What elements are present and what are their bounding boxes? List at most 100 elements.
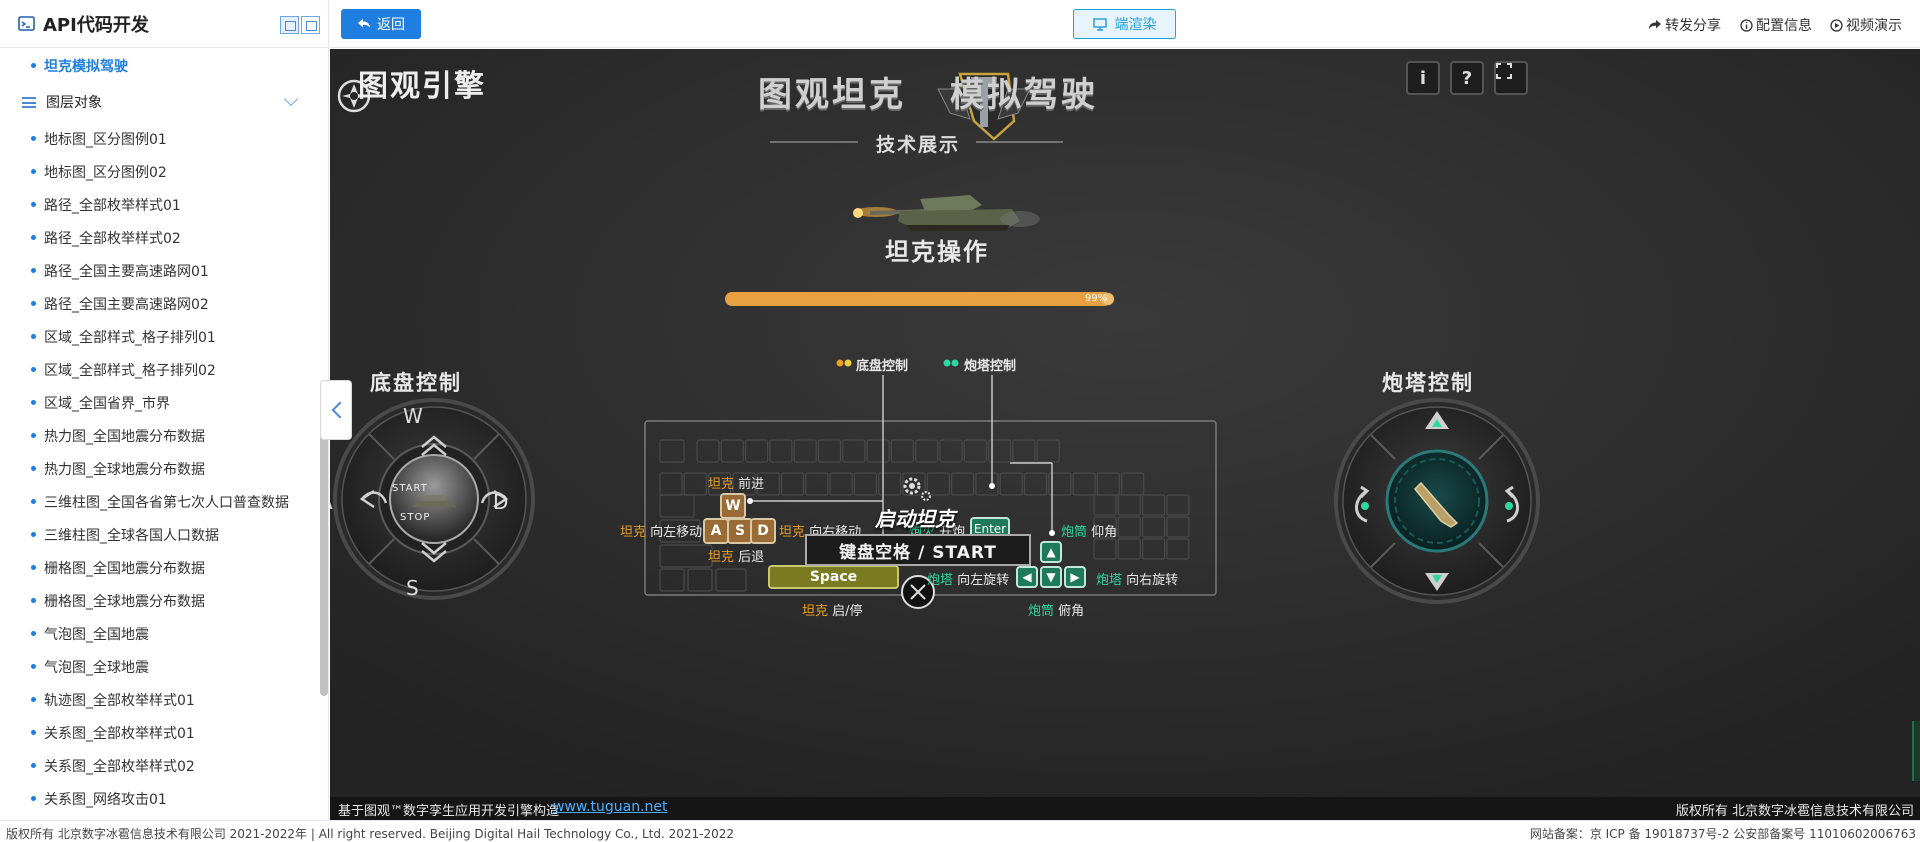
sidebar-item[interactable]: 区域_全国省界_市界 <box>0 386 320 419</box>
sidebar-title: API代码开发 <box>43 14 149 36</box>
code-window-icon <box>18 15 35 31</box>
progress-label: 99% <box>1085 293 1108 304</box>
bullet-icon <box>31 301 36 306</box>
bullet-icon <box>31 598 36 603</box>
collapse-sidebar-button[interactable] <box>320 380 352 440</box>
label-backward: 坦克 后退 <box>708 550 765 565</box>
label-start-stop: 坦克 启/停 <box>802 604 863 619</box>
sidebar-item[interactable]: 栅格图_全球地震分布数据 <box>0 584 320 617</box>
sidebar-item[interactable]: 三维柱图_全球各国人口数据 <box>0 518 320 551</box>
sidebar-item[interactable]: 关系图_全部枚举样式01 <box>0 716 320 749</box>
subtitle: 技术展示 <box>876 134 961 156</box>
legend-turret: 炮塔控制 <box>964 359 1017 374</box>
section-title: 坦克操作 <box>885 238 989 266</box>
start-label[interactable]: START <box>392 483 428 494</box>
key-arrow-left[interactable]: ◀ <box>1016 566 1038 588</box>
chassis-control-title: 底盘控制 <box>370 371 462 395</box>
sidebar-item[interactable]: 区域_全部样式_格子排列02 <box>0 353 320 386</box>
bullet-icon <box>31 433 36 438</box>
sidebar-item[interactable]: 热力图_全国地震分布数据 <box>0 419 320 452</box>
sidebar-item[interactable]: 路径_全国主要高速路网01 <box>0 254 320 287</box>
dpad-d[interactable]: D <box>493 490 508 514</box>
fullscreen-icon <box>1496 63 1512 79</box>
dpad-a[interactable]: A <box>330 490 333 514</box>
bullet-icon <box>31 367 36 372</box>
fullscreen-button[interactable] <box>1494 61 1528 95</box>
edge-widget[interactable] <box>1912 721 1920 781</box>
sidebar-item[interactable]: 热力图_全球地震分布数据 <box>0 452 320 485</box>
bullet-icon <box>31 235 36 240</box>
bullet-icon <box>31 532 36 537</box>
stage-graphics <box>330 49 1920 820</box>
sidebar-item[interactable]: 气泡图_全国地震 <box>0 617 320 650</box>
sidebar-item[interactable]: 关系图_全部枚举样式02 <box>0 749 320 782</box>
sidebar-item-active[interactable]: 坦克模拟驾驶 <box>0 49 320 82</box>
sidebar-item[interactable]: 气泡图_全球地震 <box>0 650 320 683</box>
key-d[interactable]: D <box>750 518 776 544</box>
chevron-down-icon[interactable] <box>283 91 299 107</box>
sidebar-item[interactable]: 路径_全部枚举样式02 <box>0 221 320 254</box>
bullet-icon <box>31 565 36 570</box>
sidebar-item[interactable]: 路径_全部枚举样式01 <box>0 188 320 221</box>
bullet-icon <box>31 631 36 636</box>
sidebar-list: 坦克模拟驾驶 图层对象 地标图_区分图例01 地标图_区分图例02 路径_全部枚举样… <box>0 49 320 820</box>
stage-footer: 基于图观™数字孪生应用开发引擎构造 www.tuguan.net 版权所有 北京… <box>330 797 1920 820</box>
stop-label[interactable]: STOP <box>400 512 430 523</box>
key-space[interactable]: Space <box>768 565 899 589</box>
image-view-icon[interactable] <box>301 16 320 34</box>
progress-bar <box>725 292 1115 306</box>
info-button[interactable]: i <box>1406 61 1440 95</box>
sidebar-item[interactable]: 三维柱图_全国各省第七次人口普查数据 <box>0 485 320 518</box>
footer-link[interactable]: www.tuguan.net <box>553 799 668 815</box>
render-stage[interactable]: 图观引擎 图观坦克 模拟驾驶 技术展示 i ? 坦克操作 99% 底盘控制 炮塔… <box>330 49 1920 820</box>
bullet-icon <box>31 268 36 273</box>
title-left: 图观坦克 <box>758 75 906 115</box>
dpad-s[interactable]: S <box>406 576 419 600</box>
sidebar-item[interactable]: 路径_全国主要高速路网02 <box>0 287 320 320</box>
bullet-icon <box>31 400 36 405</box>
turret-control-title: 炮塔控制 <box>1382 371 1474 395</box>
engine-logo-text: 图观引擎 <box>358 69 486 104</box>
config-info-link[interactable]: 配置信息 <box>1740 15 1812 35</box>
sidebar: API代码开发 坦克模拟驾驶 图层对象 地标图_区分图例01 地标图_区分图例02… <box>0 0 329 820</box>
share-link[interactable]: 转发分享 <box>1648 15 1721 35</box>
key-arrow-up[interactable]: ▲ <box>1040 541 1062 563</box>
start-tank-label: 启动坦克 <box>875 507 955 531</box>
info-circle-icon <box>1740 18 1753 32</box>
key-w[interactable]: W <box>720 493 746 519</box>
monitor-icon <box>1092 17 1107 31</box>
bullet-icon <box>31 796 36 801</box>
video-demo-link[interactable]: 视频演示 <box>1830 15 1902 35</box>
sidebar-group-layers[interactable]: 图层对象 <box>0 82 320 122</box>
bullet-icon <box>31 202 36 207</box>
sidebar-header: API代码开发 <box>0 0 328 48</box>
sidebar-scrollbar[interactable] <box>320 396 328 696</box>
sidebar-item[interactable]: 关系图_网络攻击01 <box>0 782 320 815</box>
key-arrow-right[interactable]: ▶ <box>1064 566 1086 588</box>
back-button[interactable]: 返回 <box>341 9 421 39</box>
dpad-w[interactable]: W <box>403 404 423 428</box>
label-elevate: 炮筒 仰角 <box>1061 525 1118 540</box>
bullet-icon <box>31 730 36 735</box>
label-rotate-left: 炮塔 向左旋转 <box>927 573 1010 588</box>
sidebar-item[interactable]: 轨迹图_全部枚举样式01 <box>0 683 320 716</box>
footer-right-text: 版权所有 北京数字冰雹信息技术有限公司 <box>1675 804 1914 819</box>
render-mode-button[interactable]: 端渲染 <box>1073 9 1176 39</box>
bullet-icon <box>31 169 36 174</box>
help-button[interactable]: ? <box>1450 61 1484 95</box>
sidebar-item[interactable]: 地标图_区分图例02 <box>0 155 320 188</box>
sidebar-item[interactable]: 地标图_区分图例01 <box>0 122 320 155</box>
copyright-text: 版权所有 北京数字冰雹信息技术有限公司 2021-2022年 | All rig… <box>6 827 735 841</box>
key-a[interactable]: A <box>703 518 729 544</box>
legend-chassis: 底盘控制 <box>856 359 909 374</box>
bullet-icon <box>31 499 36 504</box>
turret-dial <box>1334 398 1540 604</box>
grid-view-icon[interactable] <box>280 16 299 34</box>
sidebar-item[interactable]: 栅格图_全国地震分布数据 <box>0 551 320 584</box>
start-hint-box[interactable]: 键盘空格 / START <box>805 534 1031 566</box>
play-circle-icon <box>1830 18 1843 32</box>
page-footer: 版权所有 北京数字冰雹信息技术有限公司 2021-2022年 | All rig… <box>0 820 1920 842</box>
sidebar-item[interactable]: 区域_全部样式_格子排列01 <box>0 320 320 353</box>
list-icon <box>22 96 36 108</box>
key-arrow-down[interactable]: ▼ <box>1040 566 1062 588</box>
